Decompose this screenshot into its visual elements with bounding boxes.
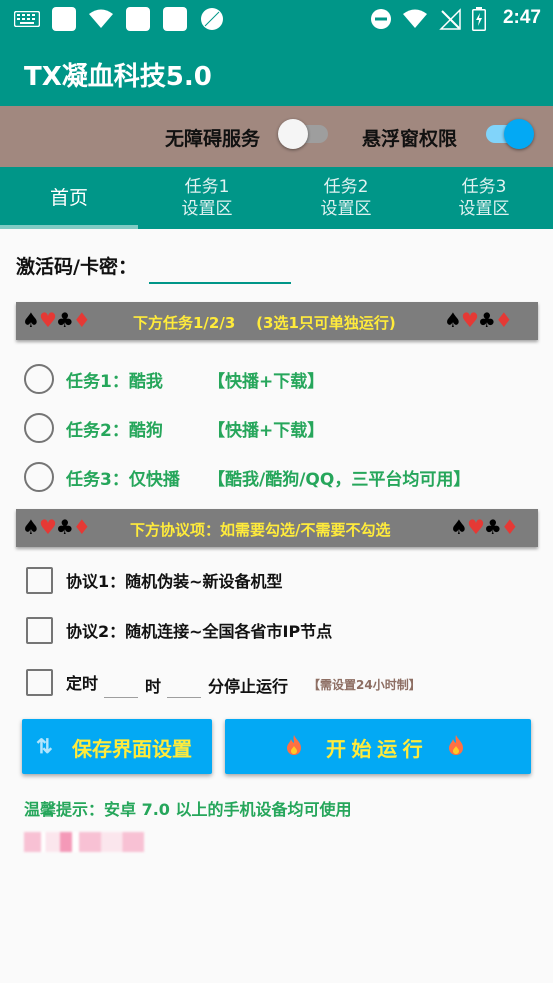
task-tag: 【快播+下载】 xyxy=(208,421,325,441)
dnd-icon xyxy=(370,8,392,30)
protocol-label: 协议2：随机连接~全国各省市IP节点 xyxy=(66,622,333,641)
tab-task2-settings[interactable]: 任务2 设置区 xyxy=(277,167,415,229)
notification-square-icon xyxy=(52,7,76,31)
save-settings-button[interactable]: ⇅ 保存界面设置 xyxy=(22,719,212,774)
task2-option[interactable]: 任务2：酷狗 xyxy=(24,412,163,444)
card-suits-icon: ♠♥♣♦ xyxy=(22,308,91,332)
wifi-icon xyxy=(402,8,428,30)
notification-square-icon xyxy=(163,7,187,31)
protocol2-option[interactable]: 协议2：随机连接~全国各省市IP节点 xyxy=(26,616,332,644)
task3-option[interactable]: 任务3：仅快播 xyxy=(24,461,180,493)
tab-label: 设置区 xyxy=(458,199,510,219)
tab-label: 设置区 xyxy=(320,199,372,219)
timer-hour-input[interactable] xyxy=(104,670,138,698)
tab-label: 首页 xyxy=(49,187,88,209)
timer-option[interactable]: 定时 xyxy=(26,668,98,696)
fire-icon xyxy=(447,734,465,762)
battery-charging-icon xyxy=(471,7,487,31)
no-signal-icon xyxy=(439,8,461,30)
tab-task3-settings[interactable]: 任务3 设置区 xyxy=(415,167,553,229)
notification-square-icon xyxy=(126,7,150,31)
tab-label: 设置区 xyxy=(181,199,233,219)
accessibility-label: 无障碍服务 xyxy=(165,128,261,150)
app-title: TX凝血科技5.0 xyxy=(24,62,212,92)
timer-note: 【需设置24小时制】 xyxy=(308,678,421,692)
tab-task1-settings[interactable]: 任务1 设置区 xyxy=(138,167,276,229)
task-name: 任务3：仅快播 xyxy=(66,469,180,490)
checkbox[interactable] xyxy=(26,668,53,696)
checkbox[interactable] xyxy=(26,566,53,594)
timer-hour-label: 时 xyxy=(145,677,162,696)
keyboard-icon xyxy=(14,8,40,30)
radio-button[interactable] xyxy=(24,462,54,492)
tab-label: 任务3 xyxy=(461,177,507,197)
task-banner-text: 下方任务1/2/3 (3选1只可单独运行) xyxy=(133,314,396,332)
radio-button[interactable] xyxy=(24,413,54,443)
accessibility-switch[interactable] xyxy=(278,119,328,149)
tab-home[interactable]: 首页 xyxy=(0,167,138,229)
activation-label: 激活码/卡密： xyxy=(16,256,137,278)
tab-label: 任务1 xyxy=(184,177,230,197)
sync-icon: ⇅ xyxy=(36,736,53,758)
task-banner: ♠♥♣♦ 下方任务1/2/3 (3选1只可单独运行) ♠♥♣♦ xyxy=(16,302,538,340)
protocol-label: 协议1：随机伪装~新设备机型 xyxy=(66,572,283,591)
redacted-text xyxy=(24,832,144,852)
task-name: 任务2：酷狗 xyxy=(66,420,163,441)
switch-knob xyxy=(278,119,308,149)
status-time: 2:47 xyxy=(502,7,541,28)
save-button-label: 保存界面设置 xyxy=(72,739,192,761)
protocol-banner-text: 下方协议项：如需要勾选/不需要不勾选 xyxy=(130,521,391,539)
task-tag: 【快播+下载】 xyxy=(208,372,325,392)
activation-code-input[interactable] xyxy=(149,250,291,284)
protocol-banner: ♠♥♣♦ 下方协议项：如需要勾选/不需要不勾选 ♠♥♣♦ xyxy=(16,509,538,547)
tab-label: 任务2 xyxy=(323,177,369,197)
wifi-icon xyxy=(88,8,114,30)
switch-knob xyxy=(504,119,534,149)
card-suits-icon: ♠♥♣♦ xyxy=(450,515,519,539)
radio-button[interactable] xyxy=(24,364,54,394)
timer-minute-label: 分停止运行 xyxy=(208,677,289,696)
task-name: 任务1：酷我 xyxy=(66,371,163,392)
task1-option[interactable]: 任务1：酷我 xyxy=(24,363,163,395)
tab-indicator xyxy=(0,225,138,229)
checkbox[interactable] xyxy=(26,616,53,644)
start-button-label: 开 始 运 行 xyxy=(326,739,423,761)
status-bar: 2:47 xyxy=(0,0,553,38)
task-tag: 【酷我/酷狗/QQ，三平台均可用】 xyxy=(208,470,471,490)
timer-prefix-label: 定时 xyxy=(66,674,99,693)
floating-window-switch[interactable] xyxy=(486,119,534,149)
app-bar: TX凝血科技5.0 xyxy=(0,38,553,106)
tip-text: 温馨提示：安卓 7.0 以上的手机设备均可使用 xyxy=(24,800,352,819)
tab-bar: 首页 任务1 设置区 任务2 设置区 任务3 设置区 xyxy=(0,167,553,229)
timer-minute-input[interactable] xyxy=(167,670,201,698)
fire-icon xyxy=(285,734,303,762)
floating-window-label: 悬浮窗权限 xyxy=(362,128,458,150)
circle-icon xyxy=(200,8,224,30)
start-run-button[interactable]: 开 始 运 行 xyxy=(225,719,531,774)
card-suits-icon: ♠♥♣♦ xyxy=(444,308,513,332)
permission-bar: 无障碍服务 悬浮窗权限 xyxy=(0,106,553,167)
card-suits-icon: ♠♥♣♦ xyxy=(22,515,91,539)
protocol1-option[interactable]: 协议1：随机伪装~新设备机型 xyxy=(26,566,283,594)
